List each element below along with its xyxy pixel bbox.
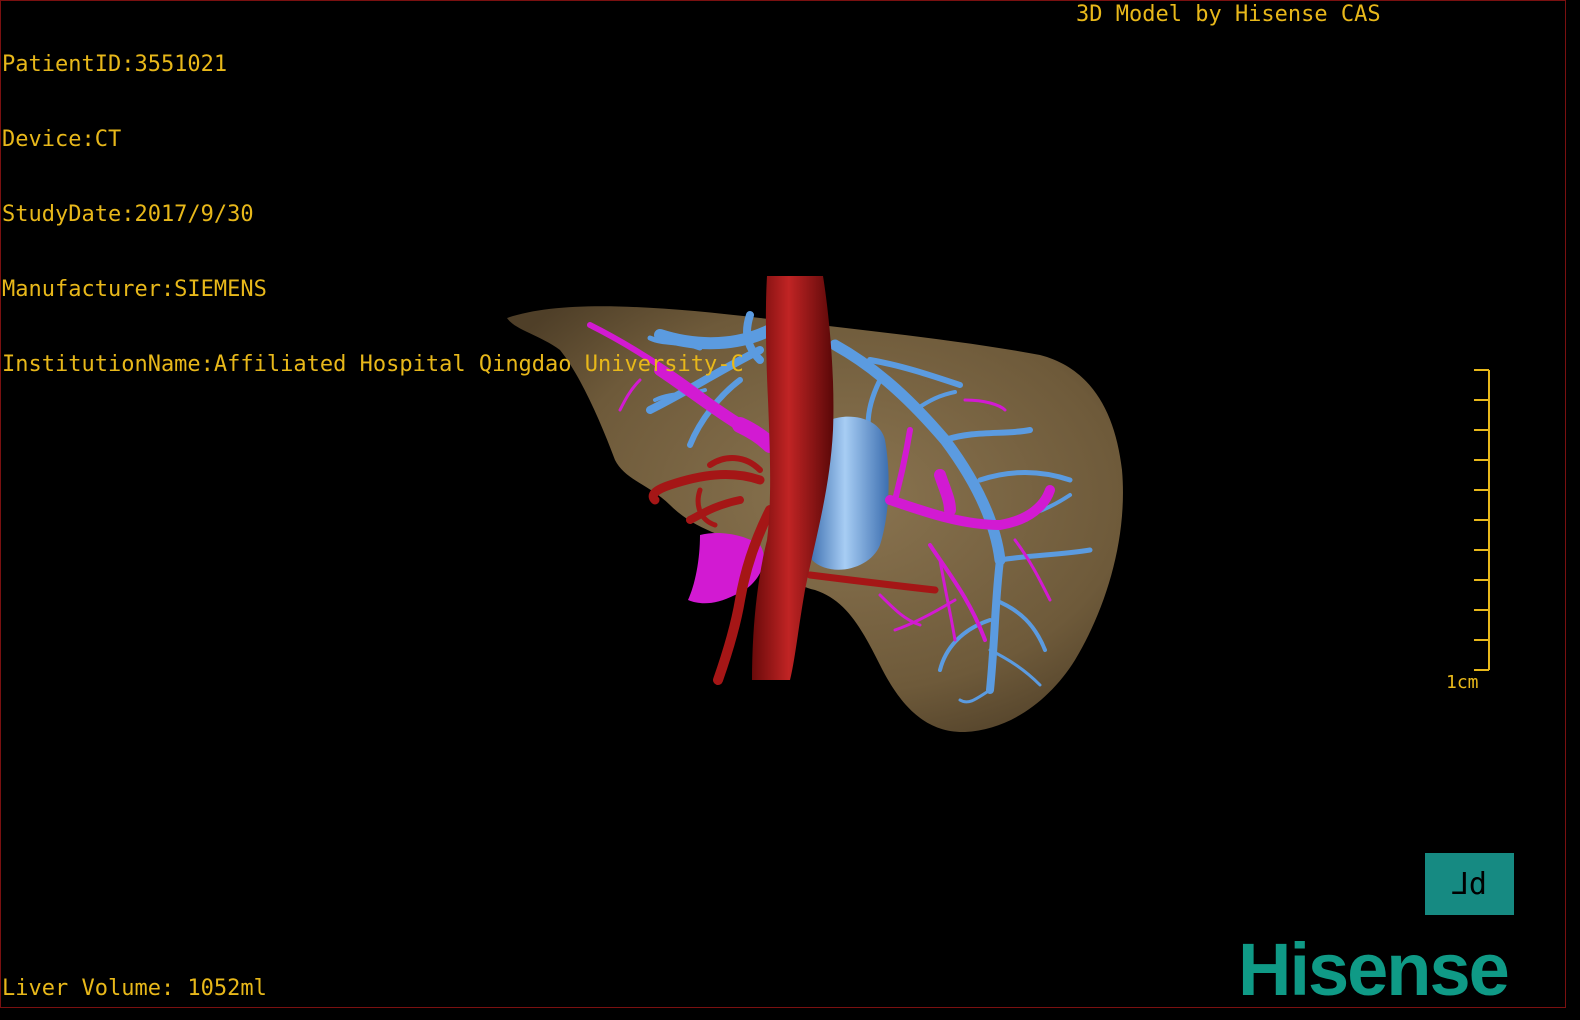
device-text: Device:CT xyxy=(2,127,122,152)
liver-volume-text: Liver Volume: 1052ml xyxy=(2,976,267,1001)
hisense-logo: Hisense xyxy=(1238,928,1510,1011)
model-credit-text: 3D Model by Hisense CAS xyxy=(1076,2,1381,27)
scale-label-text: 1cm xyxy=(1446,672,1479,693)
manufacturer-text: Manufacturer:SIEMENS xyxy=(2,277,267,302)
patient-id-text: PatientID:3551021 xyxy=(2,52,228,77)
study-date-text: StudyDate:2017/9/30 xyxy=(2,202,254,227)
view-orientation-button[interactable]: ⅃d xyxy=(1425,853,1514,915)
bottom-edge xyxy=(0,1008,1580,1020)
dicom-info-overlay: PatientID:3551021 Device:CT StudyDate:20… xyxy=(2,2,744,402)
institution-text: InstitutionName:Affiliated Hospital Qing… xyxy=(2,352,744,377)
right-edge xyxy=(1566,0,1580,1020)
